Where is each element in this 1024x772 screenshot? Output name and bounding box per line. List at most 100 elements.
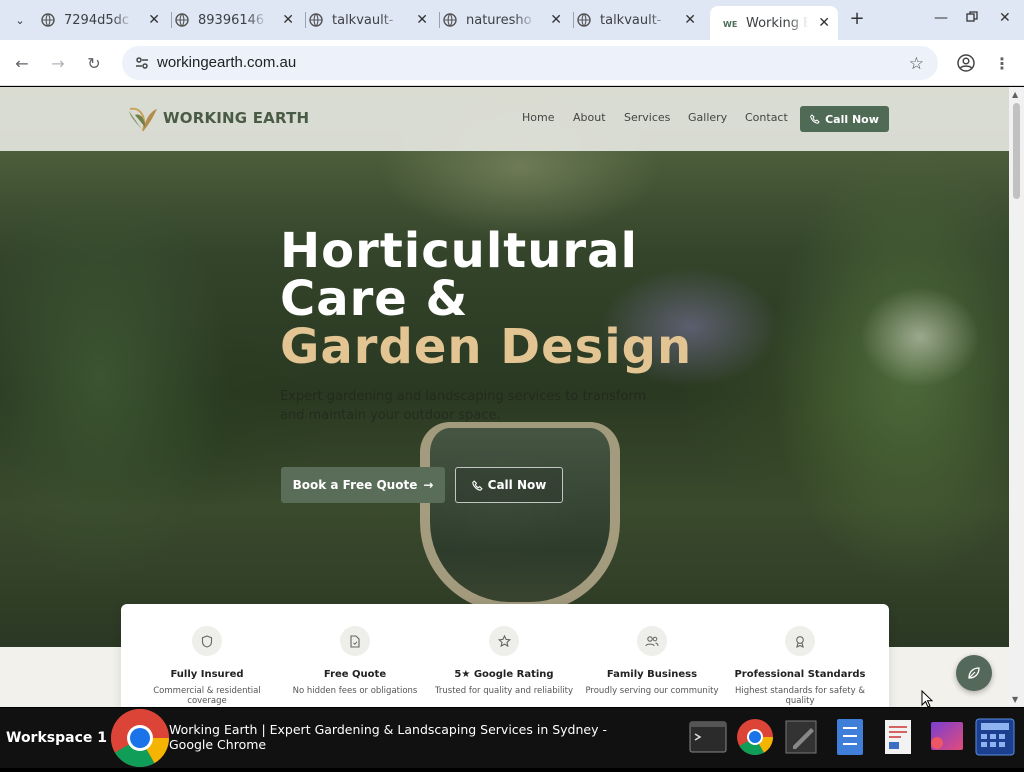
tab-3[interactable]: talkvault- ✕ bbox=[308, 6, 436, 34]
document-viewer-icon[interactable] bbox=[879, 718, 917, 756]
site-favicon-icon: WE bbox=[722, 15, 738, 31]
hero-call-now-button[interactable]: Call Now bbox=[455, 467, 563, 503]
tab-title: Working E bbox=[746, 15, 808, 31]
hero-title-line1: Horticultural bbox=[280, 223, 638, 279]
award-icon bbox=[785, 626, 815, 656]
image-viewer-icon[interactable] bbox=[927, 718, 965, 756]
close-tab-icon[interactable]: ✕ bbox=[818, 16, 830, 30]
new-tab-plus-icon[interactable]: + bbox=[848, 10, 866, 28]
feature-item: Fully Insured Commercial & residential c… bbox=[133, 604, 281, 706]
terminal-icon[interactable] bbox=[689, 718, 727, 756]
browser-toolbar: ← → ↻ workingearth.com.au ☆ ⋮ bbox=[0, 40, 1024, 86]
feature-title: Professional Standards bbox=[734, 669, 866, 680]
mouse-cursor-icon bbox=[921, 689, 934, 712]
header-call-now-button[interactable]: Call Now bbox=[800, 106, 889, 132]
tab-5[interactable]: talkvault- ✕ bbox=[576, 6, 704, 34]
logo-leaf-icon[interactable] bbox=[127, 101, 159, 135]
svg-text:WE: WE bbox=[723, 20, 737, 28]
chrome-small-icon[interactable] bbox=[736, 718, 774, 756]
globe-icon bbox=[308, 12, 324, 28]
tab-separator bbox=[171, 12, 172, 28]
nav-services[interactable]: Services bbox=[624, 111, 670, 124]
file-manager-icon[interactable] bbox=[831, 718, 869, 756]
calculator-icon[interactable] bbox=[975, 718, 1015, 756]
page-scrollbar[interactable]: ▲ ▼ bbox=[1009, 87, 1024, 707]
globe-icon bbox=[40, 12, 56, 28]
book-free-quote-button[interactable]: Book a Free Quote → bbox=[281, 467, 445, 503]
feature-desc: Highest standards for safety & quality bbox=[734, 686, 865, 706]
tab-search-chevron-icon[interactable]: ⌄ bbox=[10, 10, 30, 30]
hero-call-now-label: Call Now bbox=[487, 478, 547, 492]
feature-desc: Proudly serving our community bbox=[585, 686, 719, 696]
url-text[interactable]: workingearth.com.au bbox=[157, 54, 296, 71]
kebab-menu-icon[interactable]: ⋮ bbox=[991, 52, 1013, 74]
close-tab-icon[interactable]: ✕ bbox=[148, 13, 160, 27]
feature-desc: Trusted for quality and reliability bbox=[434, 686, 574, 696]
page-viewport: WORKING EARTH Home About Services Galler… bbox=[0, 87, 1009, 707]
nav-home[interactable]: Home bbox=[522, 111, 554, 124]
feature-desc: No hidden fees or obligations bbox=[292, 686, 418, 696]
book-free-quote-label: Book a Free Quote bbox=[292, 478, 418, 492]
phone-icon bbox=[810, 114, 820, 124]
feature-title: 5★ Google Rating bbox=[454, 669, 554, 680]
feature-title: Fully Insured bbox=[170, 669, 244, 680]
tab-strip: ⌄ 7294d5dc ✕ 89396146 ✕ talkvault- ✕ nat… bbox=[0, 0, 1024, 40]
reload-icon[interactable]: ↻ bbox=[83, 52, 105, 74]
tab-2[interactable]: 89396146 ✕ bbox=[174, 6, 302, 34]
profile-icon[interactable] bbox=[955, 52, 977, 74]
tab-separator bbox=[305, 12, 306, 28]
site-header: WORKING EARTH Home About Services Galler… bbox=[0, 87, 1009, 151]
tab-title: naturesho bbox=[466, 12, 532, 28]
scrollbar-thumb[interactable] bbox=[1013, 103, 1020, 199]
close-tab-icon[interactable]: ✕ bbox=[550, 13, 562, 27]
tab-1[interactable]: 7294d5dc ✕ bbox=[40, 6, 168, 34]
foliage-left bbox=[0, 167, 230, 587]
tab-title: 7294d5dc bbox=[64, 12, 130, 28]
tab-6-active[interactable]: WE Working E ✕ bbox=[710, 6, 838, 40]
close-window-icon[interactable]: ✕ bbox=[999, 10, 1011, 26]
back-arrow-icon[interactable]: ← bbox=[11, 52, 33, 74]
taskbar-window-title[interactable]: Working Earth | Expert Gardening & Lands… bbox=[169, 722, 649, 752]
chrome-taskbar-icon[interactable] bbox=[110, 708, 170, 768]
floating-leaf-button[interactable] bbox=[956, 655, 992, 691]
nav-contact[interactable]: Contact bbox=[745, 111, 788, 124]
users-icon bbox=[637, 626, 667, 656]
close-tab-icon[interactable]: ✕ bbox=[684, 13, 696, 27]
nav-gallery[interactable]: Gallery bbox=[688, 111, 727, 124]
tab-4[interactable]: naturesho ✕ bbox=[442, 6, 570, 34]
hero-title-line3: Garden Design bbox=[280, 319, 693, 375]
shield-icon bbox=[192, 626, 222, 656]
white-flowers bbox=[860, 287, 980, 387]
tab-separator bbox=[439, 12, 440, 28]
restore-icon[interactable] bbox=[966, 11, 978, 27]
tab-title: 89396146 bbox=[198, 12, 265, 28]
document-icon bbox=[340, 626, 370, 656]
text-editor-icon[interactable] bbox=[783, 718, 821, 756]
hero-title: Horticultural Care & Garden Design bbox=[280, 227, 692, 371]
phone-icon bbox=[471, 479, 483, 491]
logo-text[interactable]: WORKING EARTH bbox=[163, 109, 309, 127]
address-bar[interactable]: workingearth.com.au ☆ bbox=[122, 46, 938, 80]
scroll-down-arrow-icon[interactable]: ▼ bbox=[1012, 695, 1018, 704]
close-tab-icon[interactable]: ✕ bbox=[416, 13, 428, 27]
globe-icon bbox=[442, 12, 458, 28]
feature-title: Free Quote bbox=[323, 669, 387, 680]
garden-pond bbox=[420, 422, 620, 612]
nav-about[interactable]: About bbox=[573, 111, 606, 124]
feature-item: 5★ Google Rating Trusted for quality and… bbox=[430, 604, 578, 696]
close-tab-icon[interactable]: ✕ bbox=[282, 13, 294, 27]
feature-item: Free Quote No hidden fees or obligations bbox=[281, 604, 429, 696]
workspace-label[interactable]: Workspace 1 bbox=[6, 730, 107, 746]
features-card: Fully Insured Commercial & residential c… bbox=[121, 604, 889, 707]
scroll-up-arrow-icon[interactable]: ▲ bbox=[1012, 90, 1018, 99]
hero-subtitle: Expert gardening and landscaping service… bbox=[280, 389, 647, 423]
leaf-icon bbox=[968, 667, 980, 679]
feature-title: Family Business bbox=[606, 669, 698, 680]
star-icon bbox=[489, 626, 519, 656]
forward-arrow-icon[interactable]: → bbox=[47, 52, 69, 74]
bookmark-star-icon[interactable]: ☆ bbox=[909, 54, 924, 74]
site-info-icon[interactable] bbox=[134, 55, 150, 71]
tab-title: talkvault- bbox=[600, 12, 662, 28]
minimize-icon[interactable]: — bbox=[934, 10, 948, 26]
globe-icon bbox=[174, 12, 190, 28]
